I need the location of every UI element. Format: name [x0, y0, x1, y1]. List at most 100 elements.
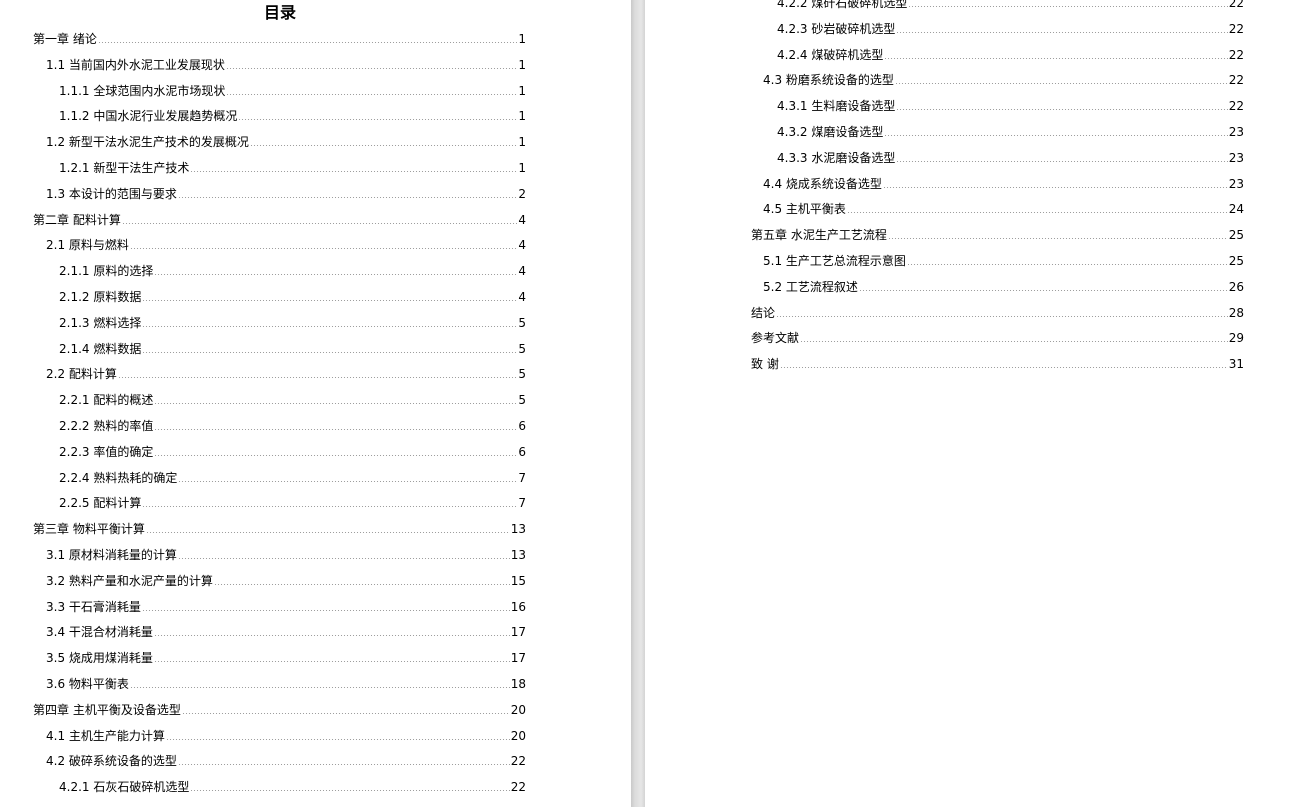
toc-entry-page-number: 1	[518, 109, 526, 123]
toc-entry[interactable]: 4.3.2 煤磨设备选型 23	[777, 124, 1244, 140]
toc-entry-page-number: 26	[1228, 280, 1244, 294]
dot-leader	[190, 171, 518, 172]
toc-entry[interactable]: 第一章 绪论 1	[33, 31, 526, 47]
dot-leader	[225, 68, 518, 69]
toc-entry[interactable]: 4.3.3 水泥磨设备选型 23	[777, 150, 1244, 166]
toc-entry-page-number: 1	[518, 58, 526, 72]
dot-leader	[129, 687, 510, 688]
toc-entry[interactable]: 3.2 熟料产量和水泥产量的计算 15	[46, 573, 526, 589]
dot-leader	[906, 264, 1228, 265]
dot-leader	[129, 248, 518, 249]
toc-entry-page-number: 16	[510, 600, 526, 614]
toc-entry[interactable]: 2.2.2 熟料的率值 6	[59, 418, 526, 434]
dot-leader	[894, 83, 1228, 84]
toc-entry-label: 3.3 干石膏消耗量	[46, 600, 141, 614]
toc-entry[interactable]: 1.1 当前国内外水泥工业发展现状 1	[46, 57, 526, 73]
toc-entry-label: 第一章 绪论	[33, 32, 97, 46]
toc-entry-label: 4.5 主机平衡表	[763, 202, 846, 216]
toc-entry[interactable]: 4.2.2 煤矸石破碎机选型 22	[777, 0, 1244, 11]
dot-leader	[142, 326, 518, 327]
toc-entry-page-number: 7	[518, 496, 526, 510]
toc-entry-page-number: 25	[1228, 228, 1244, 242]
toc-entry[interactable]: 1.2 新型干法水泥生产技术的发展概况 1	[46, 134, 526, 150]
dot-leader	[154, 403, 518, 404]
toc-entry[interactable]: 1.1.2 中国水泥行业发展趋势概况 1	[59, 108, 526, 124]
toc-entry-label: 2.1.2 原料数据	[59, 290, 142, 304]
toc-entry[interactable]: 2.1.1 原料的选择 4	[59, 263, 526, 279]
toc-entry[interactable]: 1.2.1 新型干法生产技术 1	[59, 160, 526, 176]
toc-entry[interactable]: 参考文献 29	[751, 330, 1244, 346]
dot-leader	[896, 32, 1228, 33]
toc-entry[interactable]: 4.3.1 生料磨设备选型 22	[777, 98, 1244, 114]
toc-entry[interactable]: 第三章 物料平衡计算 13	[33, 521, 526, 537]
toc-entry-page-number: 13	[510, 522, 526, 536]
toc-entry-label: 2.2.3 率值的确定	[59, 445, 154, 459]
toc-entry-page-number: 31	[1228, 357, 1244, 371]
toc-entry-label: 2.1.1 原料的选择	[59, 264, 154, 278]
toc-entry[interactable]: 第五章 水泥生产工艺流程 25	[751, 227, 1244, 243]
toc-entry-page-number: 20	[510, 729, 526, 743]
toc-entry[interactable]: 3.6 物料平衡表 18	[46, 676, 526, 692]
toc-entry[interactable]: 第二章 配料计算 4	[33, 212, 526, 228]
toc-entry[interactable]: 1.1.1 全球范围内水泥市场现状 1	[59, 83, 526, 99]
toc-entry-label: 参考文献	[751, 331, 800, 345]
toc-entry-page-number: 4	[518, 290, 526, 304]
toc-entry-page-number: 4	[518, 238, 526, 252]
toc-entry[interactable]: 4.5 主机平衡表 24	[763, 201, 1244, 217]
toc-entry[interactable]: 2.1.4 燃料数据 5	[59, 341, 526, 357]
toc-entry-page-number: 17	[510, 651, 526, 665]
toc-entry-page-number: 22	[1228, 22, 1244, 36]
toc-entry[interactable]: 3.1 原材料消耗量的计算 13	[46, 547, 526, 563]
dot-leader	[154, 429, 518, 430]
toc-entry[interactable]: 3.5 烧成用煤消耗量 17	[46, 650, 526, 666]
dot-leader	[97, 42, 518, 43]
toc-entry[interactable]: 1.3 本设计的范围与要求 2	[46, 186, 526, 202]
toc-entry-page-number: 13	[510, 548, 526, 562]
toc-entry-label: 2.1.3 燃料选择	[59, 316, 142, 330]
toc-entry[interactable]: 2.2.3 率值的确定 6	[59, 444, 526, 460]
dot-leader	[776, 316, 1228, 317]
toc-entry[interactable]: 致 谢 31	[751, 356, 1244, 372]
toc-entry-label: 2.2.1 配料的概述	[59, 393, 154, 407]
toc-entry-page-number: 6	[518, 419, 526, 433]
toc-entry[interactable]: 第四章 主机平衡及设备选型 20	[33, 702, 526, 718]
toc-entry-label: 1.2.1 新型干法生产技术	[59, 161, 190, 175]
dot-leader	[178, 481, 518, 482]
toc-entry-label: 3.4 干混合材消耗量	[46, 625, 153, 639]
toc-entry-label: 4.2.4 煤破碎机选型	[777, 48, 884, 62]
toc-entry[interactable]: 2.2.4 熟料热耗的确定 7	[59, 470, 526, 486]
toc-entry-label: 1.3 本设计的范围与要求	[46, 187, 177, 201]
toc-entry-page-number: 1	[518, 135, 526, 149]
toc-entry[interactable]: 2.1 原料与燃料 4	[46, 237, 526, 253]
toc-entry[interactable]: 2.2.1 配料的概述 5	[59, 392, 526, 408]
toc-entry[interactable]: 4.2.3 砂岩破碎机选型 22	[777, 21, 1244, 37]
toc-entry[interactable]: 5.2 工艺流程叙述 26	[763, 279, 1244, 295]
toc-entry-page-number: 4	[518, 213, 526, 227]
toc-entry[interactable]: 4.2.1 石灰石破碎机选型 22	[59, 779, 526, 795]
toc-entry-label: 4.3.3 水泥磨设备选型	[777, 151, 896, 165]
toc-entry[interactable]: 5.1 生产工艺总流程示意图 25	[763, 253, 1244, 269]
toc-entry[interactable]: 3.3 干石膏消耗量 16	[46, 599, 526, 615]
toc-entry[interactable]: 4.2 破碎系统设备的选型 22	[46, 753, 526, 769]
toc-entry-label: 2.1.4 燃料数据	[59, 342, 142, 356]
toc-entry-label: 第三章 物料平衡计算	[33, 522, 145, 536]
dot-leader	[141, 610, 510, 611]
toc-entry[interactable]: 3.4 干混合材消耗量 17	[46, 624, 526, 640]
toc-entry[interactable]: 2.2 配料计算 5	[46, 366, 526, 382]
toc-entry[interactable]: 2.2.5 配料计算 7	[59, 495, 526, 511]
toc-entry[interactable]: 2.1.3 燃料选择 5	[59, 315, 526, 331]
toc-entry-page-number: 1	[518, 32, 526, 46]
toc-entry-page-number: 23	[1228, 177, 1244, 191]
toc-entry[interactable]: 2.1.2 原料数据 4	[59, 289, 526, 305]
dot-leader	[142, 352, 518, 353]
toc-entry[interactable]: 结论 28	[751, 305, 1244, 321]
toc-entry-page-number: 22	[1228, 48, 1244, 62]
toc-entry[interactable]: 4.2.4 煤破碎机选型 22	[777, 47, 1244, 63]
dot-leader	[153, 661, 510, 662]
toc-entry[interactable]: 4.4 烧成系统设备选型 23	[763, 176, 1244, 192]
toc-entry[interactable]: 4.3 粉磨系统设备的选型 22	[763, 72, 1244, 88]
dot-leader	[177, 197, 518, 198]
toc-entry-label: 1.1.2 中国水泥行业发展趋势概况	[59, 109, 238, 123]
dot-leader	[800, 341, 1228, 342]
toc-entry[interactable]: 4.1 主机生产能力计算 20	[46, 728, 526, 744]
